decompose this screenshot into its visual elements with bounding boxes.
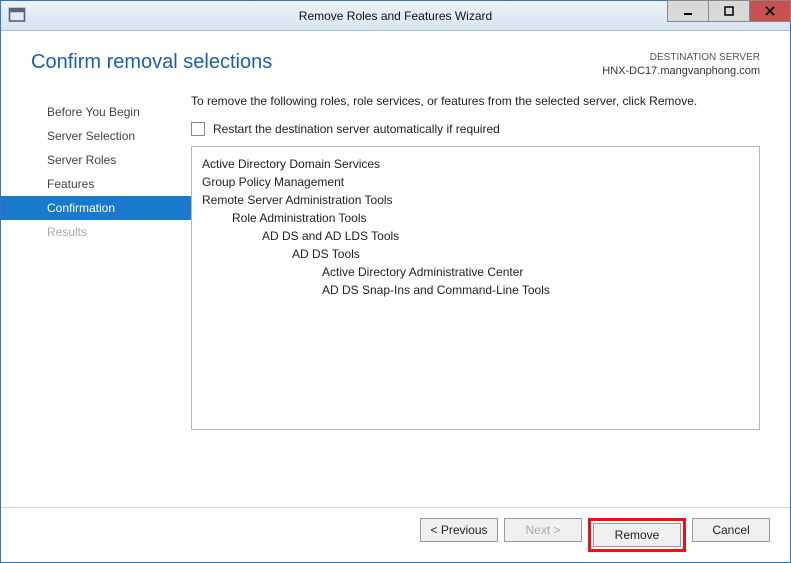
minimize-button[interactable]	[667, 0, 709, 22]
remove-button[interactable]: Remove	[593, 523, 681, 547]
maximize-button[interactable]	[708, 0, 750, 22]
list-item: Remote Server Administration Tools	[202, 191, 749, 209]
list-item: Active Directory Domain Services	[202, 155, 749, 173]
destination-info: DESTINATION SERVER HNX-DC17.mangvanphong…	[602, 51, 760, 78]
next-button: Next >	[504, 518, 582, 542]
restart-label: Restart the destination server automatic…	[213, 122, 500, 136]
wizard-window: Remove Roles and Features Wizard Confirm…	[0, 0, 791, 563]
page-title: Confirm removal selections	[31, 51, 272, 74]
restart-checkbox[interactable]	[191, 122, 205, 136]
restart-row: Restart the destination server automatic…	[191, 122, 760, 136]
footer-buttons: < Previous Next > Remove Cancel	[1, 507, 790, 562]
list-item: AD DS and AD LDS Tools	[202, 227, 749, 245]
step-server-selection[interactable]: Server Selection	[1, 124, 191, 148]
list-item: AD DS Tools	[202, 245, 749, 263]
header-row: Confirm removal selections DESTINATION S…	[1, 31, 790, 84]
step-features[interactable]: Features	[1, 172, 191, 196]
features-listbox[interactable]: Active Directory Domain Services Group P…	[191, 146, 760, 430]
steps-sidebar: Before You Begin Server Selection Server…	[1, 94, 191, 507]
close-button[interactable]	[749, 0, 791, 22]
titlebar: Remove Roles and Features Wizard	[1, 1, 790, 31]
list-item: Group Policy Management	[202, 173, 749, 191]
main-panel: To remove the following roles, role serv…	[191, 94, 760, 507]
app-icon	[7, 6, 27, 26]
body-row: Before You Begin Server Selection Server…	[1, 84, 790, 507]
instruction-text: To remove the following roles, role serv…	[191, 94, 760, 108]
destination-server: HNX-DC17.mangvanphong.com	[602, 64, 760, 78]
step-results: Results	[1, 220, 191, 244]
step-confirmation[interactable]: Confirmation	[1, 196, 191, 220]
destination-label: DESTINATION SERVER	[602, 51, 760, 64]
remove-button-highlight: Remove	[588, 518, 686, 552]
step-server-roles[interactable]: Server Roles	[1, 148, 191, 172]
step-before-you-begin[interactable]: Before You Begin	[1, 100, 191, 124]
list-item: AD DS Snap-Ins and Command-Line Tools	[202, 281, 749, 299]
previous-button[interactable]: < Previous	[420, 518, 498, 542]
window-controls	[667, 1, 790, 30]
list-item: Role Administration Tools	[202, 209, 749, 227]
content-area: Confirm removal selections DESTINATION S…	[1, 31, 790, 562]
cancel-button[interactable]: Cancel	[692, 518, 770, 542]
list-item: Active Directory Administrative Center	[202, 263, 749, 281]
